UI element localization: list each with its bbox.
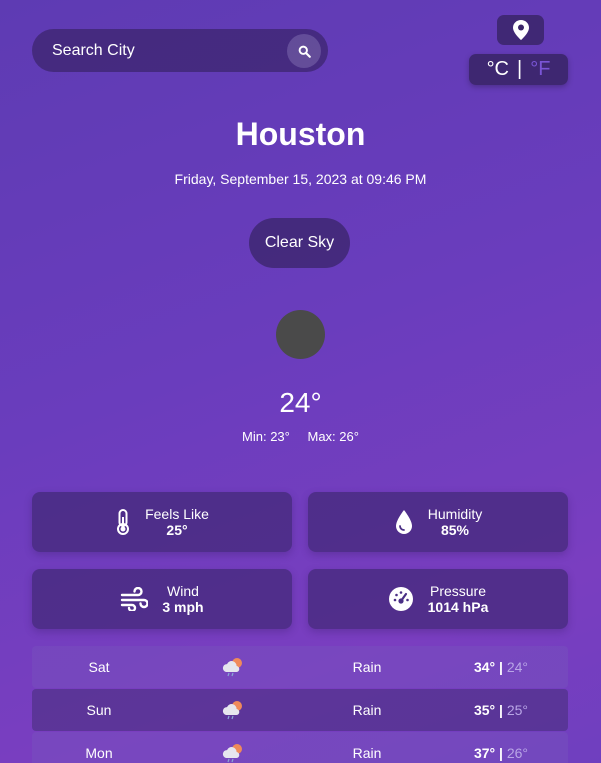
current-temperature: 24° [279,387,322,418]
thermometer-icon [117,509,130,535]
pressure-card: Pressure 1014 hPa [308,569,568,629]
forecast-temperature: 34° | 24° [434,659,568,675]
fahrenheit-button[interactable]: °F [530,58,550,81]
search-input[interactable] [52,41,282,60]
max-temperature: Max: 26° [307,429,359,444]
wind-card: Wind 3 mph [32,569,292,629]
forecast-separator: | [499,659,503,675]
city-name: Houston [235,116,366,152]
min-max-temperature: Min: 23° Max: 26° [0,429,601,444]
forecast-description: Rain [352,745,382,761]
date-time: Friday, September 15, 2023 at 09:46 PM [174,171,427,187]
rain-cloud-icon [166,657,300,677]
pressure-label: Pressure [429,583,487,599]
forecast-row: Mon Rain 37° | 26° [32,732,568,763]
forecast-max: 34° [473,659,496,675]
feels-like-value: 25° [166,522,188,538]
humidity-card: Humidity 85% [308,492,568,552]
forecast-day: Mon [85,745,113,761]
min-temperature: Min: 23° [242,429,290,444]
forecast-temperature: 37° | 26° [434,745,568,761]
weather-icon [276,310,325,359]
rain-cloud-icon [166,700,300,720]
water-drop-icon [395,510,412,534]
gauge-icon [388,587,413,611]
humidity-value: 85% [440,522,470,538]
forecast-day: Sat [88,659,110,675]
forecast-max: 35° [473,702,496,718]
forecast-min: 26° [506,745,529,761]
feels-like-card: Feels Like 25° [32,492,292,552]
location-pin-icon [512,20,529,40]
forecast-separator: | [499,745,503,761]
forecast-min: 25° [506,702,529,718]
forecast-day: Sun [86,702,112,718]
forecast-max: 37° [473,745,496,761]
weather-condition-badge: Clear Sky [249,218,350,268]
forecast-min: 24° [506,659,529,675]
unit-separator: | [517,58,523,80]
wind-value: 3 mph [162,599,204,615]
forecast-temperature: 35° | 25° [434,702,568,718]
forecast-separator: | [499,702,503,718]
humidity-label: Humidity [427,506,483,522]
feels-like-label: Feels Like [145,506,209,522]
search-icon [298,45,311,58]
unit-toggle: °C | °F [469,54,568,85]
location-button[interactable] [497,15,544,45]
forecast-description: Rain [352,702,382,718]
search-button[interactable] [287,34,321,68]
pressure-value: 1014 hPa [427,599,489,615]
forecast-description: Rain [352,659,382,675]
wind-icon [121,587,149,611]
celsius-button[interactable]: °C [487,58,509,81]
wind-label: Wind [167,583,199,599]
forecast-row: Sun Rain 35° | 25° [32,689,568,731]
search-bar [32,29,328,72]
forecast-row: Sat Rain 34° | 24° [32,646,568,688]
rain-cloud-icon [166,743,300,763]
